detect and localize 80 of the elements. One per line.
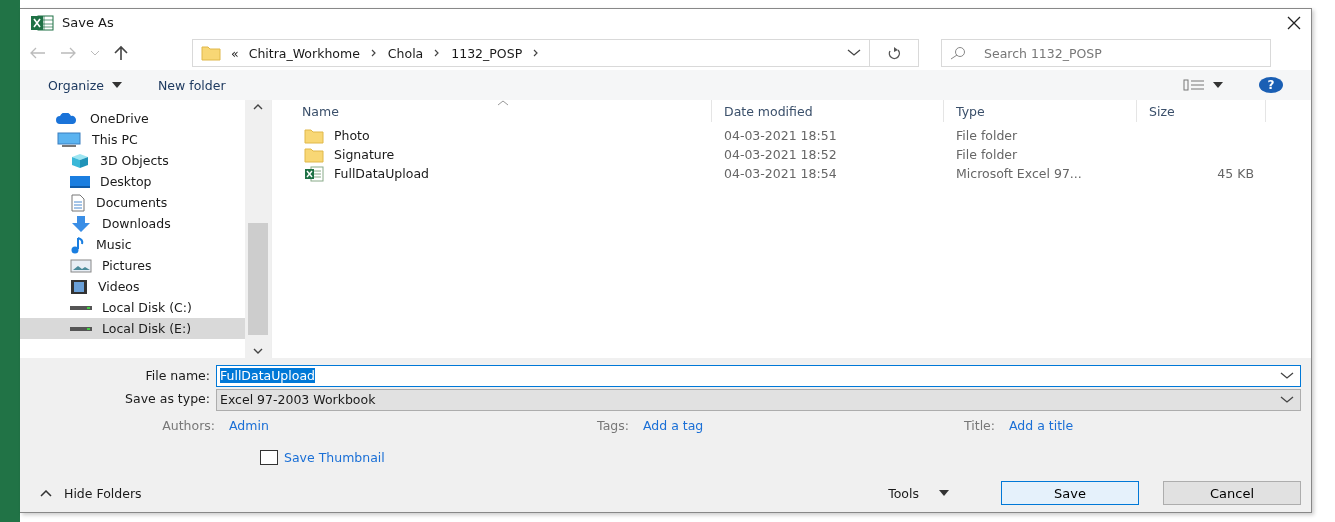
dropdown-triangle-icon[interactable]: [112, 82, 122, 88]
chevron-icon: [369, 49, 378, 57]
type-cell: Microsoft Excel 97...: [956, 166, 1082, 181]
sidebar-item[interactable]: Music: [20, 234, 245, 255]
scroll-down-icon[interactable]: [253, 348, 263, 354]
column-header[interactable]: Size: [1137, 100, 1266, 122]
desktop-icon: [70, 174, 90, 189]
date-cell: 04-03-2021 18:52: [724, 147, 837, 162]
computer-icon: [56, 131, 82, 148]
column-header[interactable]: Date modified: [712, 100, 944, 122]
folder-icon: [304, 127, 324, 144]
scrollbar[interactable]: [245, 100, 271, 358]
sidebar-item[interactable]: This PC: [20, 129, 245, 150]
music-note-icon: [70, 235, 86, 254]
property-label: Title:: [963, 417, 995, 433]
file-name[interactable]: Signature: [334, 147, 395, 162]
hide-folders-button[interactable]: Hide Folders: [64, 485, 142, 501]
sidebar-item[interactable]: Documents: [20, 192, 245, 213]
dialog-button[interactable]: Save: [1001, 481, 1139, 505]
type-cell: File folder: [956, 128, 1018, 143]
breadcrumb[interactable]: Chola: [387, 45, 424, 61]
file-name-field[interactable]: FullDataUpload: [216, 364, 1301, 387]
new-folder-button[interactable]: New folder: [158, 77, 226, 93]
document-icon: [70, 193, 86, 212]
cube-icon: [70, 152, 90, 169]
refresh-button[interactable]: [870, 39, 919, 67]
date-cell: 04-03-2021 18:54: [724, 166, 837, 181]
spreadsheet-app-icon: [30, 14, 54, 31]
column-header[interactable]: Type: [944, 100, 1137, 122]
search-icon: [950, 46, 966, 60]
property-link[interactable]: Admin: [229, 417, 569, 433]
organize-menu[interactable]: Organize: [48, 77, 122, 93]
up-arrow-icon[interactable]: [114, 45, 128, 61]
date-cell: 04-03-2021 18:51: [724, 128, 837, 143]
file-name[interactable]: FullDataUpload: [334, 166, 430, 181]
property-label: Tags:: [596, 417, 629, 433]
sidebar-item[interactable]: Downloads: [20, 213, 245, 234]
field-label: Save as type:: [124, 391, 210, 406]
file-name[interactable]: Photo: [334, 128, 370, 143]
sidebar-item[interactable]: Pictures: [20, 255, 245, 276]
column-header[interactable]: Name: [272, 100, 712, 122]
field-label: File name:: [144, 368, 210, 383]
dialog-button[interactable]: Cancel: [1163, 481, 1301, 505]
window-title: Save As: [62, 15, 115, 30]
size-cell: 45 KB: [1217, 166, 1254, 181]
property-label: Authors:: [161, 417, 215, 433]
sidebar-item[interactable]: OneDrive: [20, 108, 245, 129]
breadcrumb[interactable]: Chitra_Workhome: [248, 45, 360, 61]
drive-icon: [70, 326, 92, 331]
type-cell: File folder: [956, 147, 1018, 162]
address-bar[interactable]: « Chitra_Workhome Chola 1132_POSP: [192, 39, 870, 67]
help-icon[interactable]: ?: [1259, 77, 1283, 93]
dropdown-triangle-icon[interactable]: [939, 490, 949, 496]
sidebar-item[interactable]: Videos: [20, 276, 245, 297]
breadcrumb[interactable]: 1132_POSP: [451, 45, 523, 61]
close-icon[interactable]: [1287, 15, 1301, 30]
tools-menu[interactable]: Tools: [888, 485, 919, 501]
sidebar-item[interactable]: 3D Objects: [20, 150, 245, 171]
overflow-chevrons[interactable]: «: [231, 45, 239, 61]
property-link[interactable]: Add a title: [1009, 417, 1074, 433]
folder-icon: [201, 45, 221, 61]
sidebar-item[interactable]: Local Disk (C:): [20, 297, 245, 318]
refresh-icon: [887, 46, 901, 60]
save-type-dropdown[interactable]: Excel 97-2003 Workbook: [216, 388, 1301, 411]
checkbox-label[interactable]: Save Thumbnail: [284, 449, 385, 465]
folder-icon: [304, 146, 324, 163]
download-arrow-icon: [70, 214, 92, 233]
film-icon: [70, 278, 88, 295]
dropdown-triangle-icon[interactable]: [1213, 82, 1223, 88]
address-dropdown-icon[interactable]: [847, 49, 861, 57]
spreadsheet-icon: [304, 165, 324, 182]
caret-up-icon[interactable]: [40, 489, 52, 497]
property-link[interactable]: Add a tag: [643, 417, 905, 433]
drive-icon: [70, 305, 92, 310]
picture-icon: [70, 258, 92, 273]
scroll-up-icon[interactable]: [253, 104, 263, 110]
sidebar-item[interactable]: Local Disk (E:): [20, 318, 245, 339]
sidebar-item[interactable]: Desktop: [20, 171, 245, 192]
checkbox[interactable]: [260, 449, 278, 465]
search-field[interactable]: Search 1132_POSP: [941, 39, 1271, 67]
